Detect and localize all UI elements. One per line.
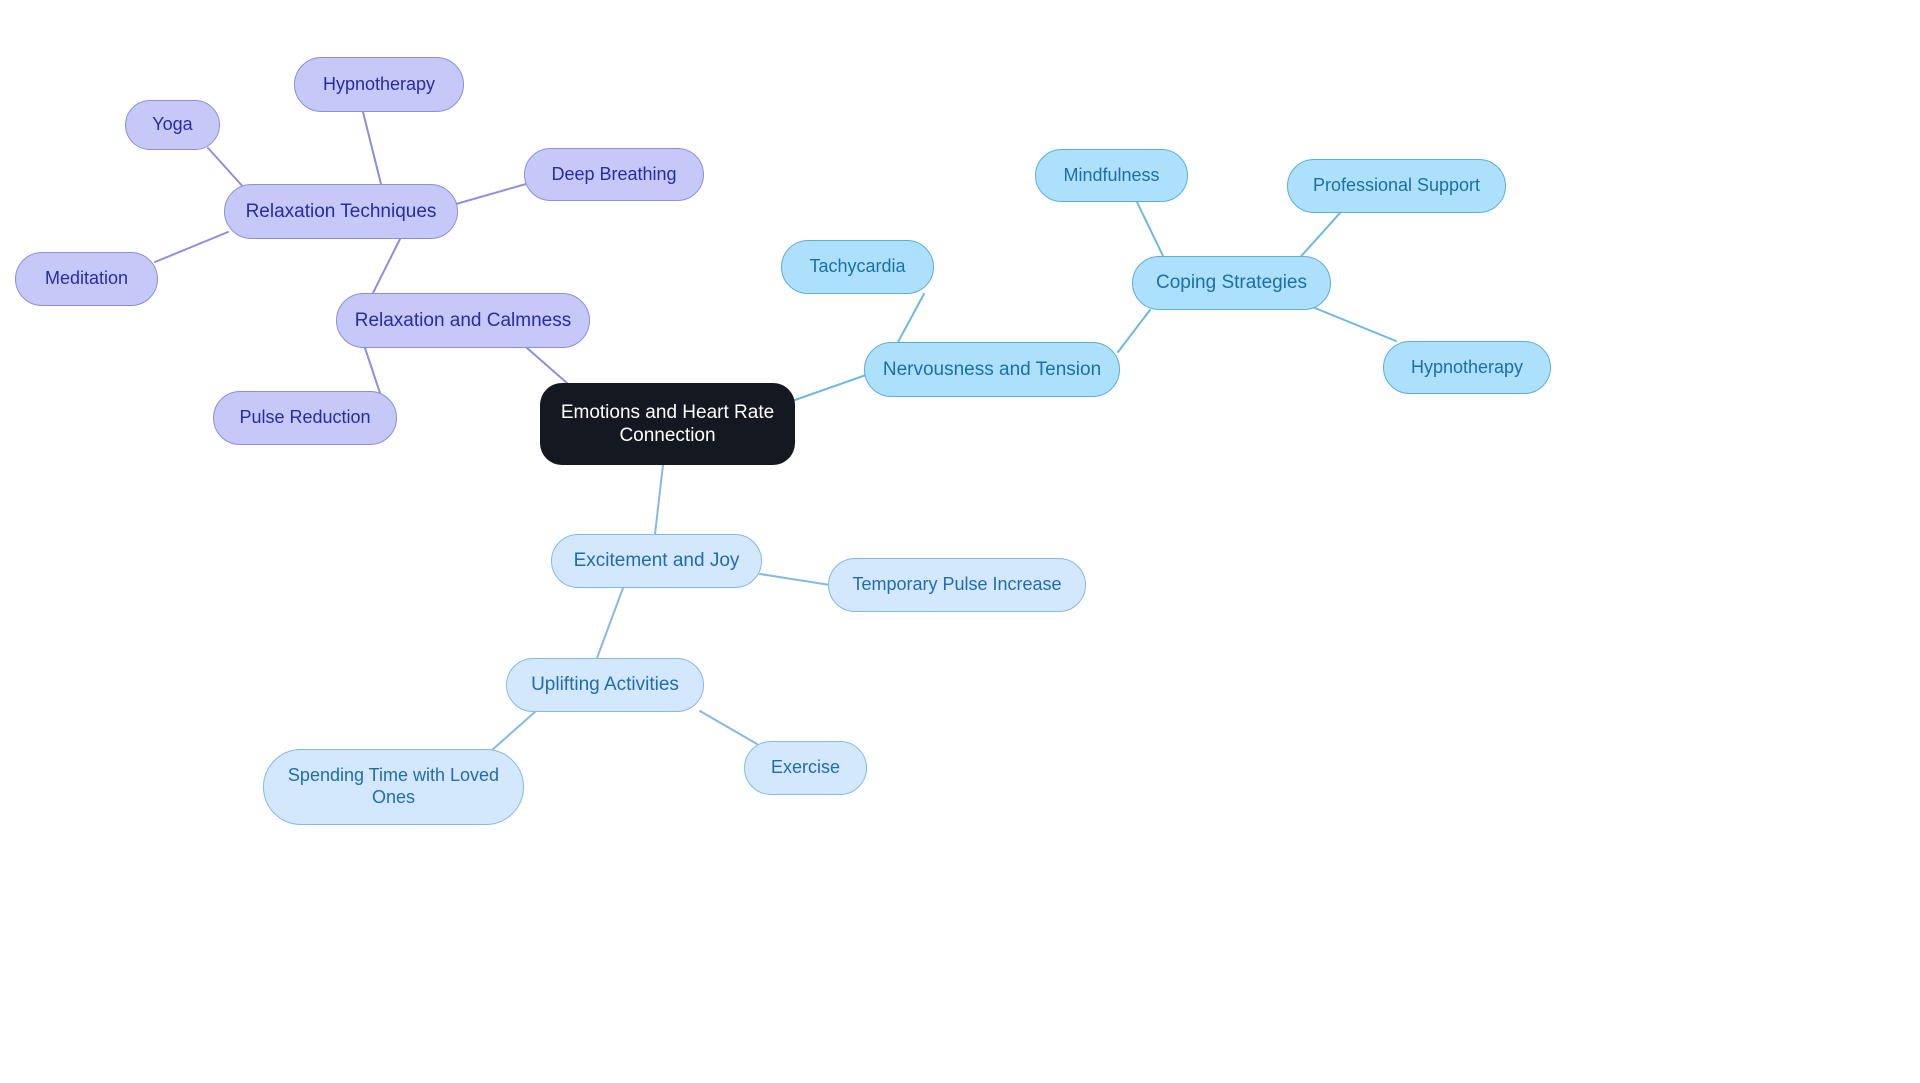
- edge-excitement-and-joy-to-uplifting-activities: [596, 587, 624, 659]
- edge-nervousness-and-tension-to-coping-strategies: [1117, 309, 1151, 353]
- edge-root-to-relaxation-and-calmness: [526, 347, 568, 384]
- mindmap-node-meditation[interactable]: Meditation: [15, 252, 158, 306]
- node-label: Temporary Pulse Increase: [852, 574, 1062, 595]
- node-label: Professional Support: [1312, 175, 1481, 196]
- mindmap-node-relaxation-techniques[interactable]: Relaxation Techniques: [224, 184, 458, 239]
- edge-relaxation-techniques-to-hypnotherapy-purple: [362, 111, 382, 185]
- edge-layer: [154, 111, 1397, 752]
- edge-nervousness-and-tension-to-tachycardia: [897, 293, 925, 343]
- mindmap-node-pulse-reduction[interactable]: Pulse Reduction: [213, 391, 397, 445]
- edge-coping-strategies-to-hypnotherapy-cyan: [1309, 305, 1397, 342]
- edge-relaxation-techniques-to-meditation: [154, 231, 229, 263]
- mindmap-node-spending-time-with-loved-ones[interactable]: Spending Time with Loved Ones: [263, 749, 524, 825]
- mindmap-node-exercise[interactable]: Exercise: [744, 741, 867, 795]
- node-label: Uplifting Activities: [531, 674, 679, 696]
- mindmap-node-excitement-and-joy[interactable]: Excitement and Joy: [551, 534, 762, 588]
- edge-relaxation-techniques-to-yoga: [207, 147, 246, 190]
- edge-uplifting-activities-to-exercise: [699, 710, 758, 745]
- node-label: Hypnotherapy: [322, 73, 436, 94]
- edge-root-to-excitement-and-joy: [654, 464, 664, 535]
- mindmap-node-mindfulness[interactable]: Mindfulness: [1035, 149, 1188, 202]
- mindmap-canvas: Emotions and Heart Rate Connection Relaxa…: [0, 0, 1920, 1083]
- node-label: Exercise: [770, 757, 841, 778]
- mindmap-node-deep-breathing[interactable]: Deep Breathing: [524, 148, 704, 201]
- node-label: Tachycardia: [809, 256, 906, 277]
- mindmap-node-temporary-pulse-increase[interactable]: Temporary Pulse Increase: [828, 558, 1086, 612]
- mindmap-node-tachycardia[interactable]: Tachycardia: [781, 240, 934, 294]
- edge-relaxation-and-calmness-to-relaxation-techniques: [372, 238, 401, 294]
- mindmap-node-root[interactable]: Emotions and Heart Rate Connection: [540, 383, 795, 465]
- mindmap-node-yoga[interactable]: Yoga: [125, 100, 220, 150]
- mindmap-node-coping-strategies[interactable]: Coping Strategies: [1132, 256, 1331, 310]
- node-label: Meditation: [44, 268, 129, 289]
- node-label: Coping Strategies: [1155, 272, 1308, 294]
- edge-relaxation-techniques-to-deep-breathing: [455, 183, 527, 205]
- node-label: Yoga: [152, 114, 193, 135]
- edge-relaxation-and-calmness-to-pulse-reduction: [364, 347, 381, 394]
- node-label: Excitement and Joy: [573, 550, 740, 572]
- mindmap-node-professional-support[interactable]: Professional Support: [1287, 159, 1506, 213]
- edge-root-to-nervousness-and-tension: [794, 374, 867, 401]
- node-label: Deep Breathing: [551, 163, 677, 184]
- mindmap-node-uplifting-activities[interactable]: Uplifting Activities: [506, 658, 704, 712]
- node-label: Spending Time with Loved Ones: [287, 765, 500, 807]
- node-label: Hypnotherapy: [1410, 356, 1524, 377]
- node-label: Mindfulness: [1063, 164, 1160, 185]
- node-label: Emotions and Heart Rate Connection: [560, 401, 775, 446]
- edge-excitement-and-joy-to-temporary-pulse-increase: [759, 573, 831, 586]
- edge-uplifting-activities-to-spending-time-with-loved-ones: [490, 710, 537, 752]
- node-label: Relaxation Techniques: [245, 200, 437, 222]
- mindmap-node-relaxation-and-calmness[interactable]: Relaxation and Calmness: [336, 293, 590, 348]
- mindmap-node-nervousness-and-tension[interactable]: Nervousness and Tension: [864, 342, 1120, 397]
- edge-coping-strategies-to-mindfulness: [1136, 201, 1164, 257]
- mindmap-node-hypnotherapy-purple[interactable]: Hypnotherapy: [294, 57, 464, 112]
- node-label: Relaxation and Calmness: [354, 309, 572, 331]
- node-label: Pulse Reduction: [239, 407, 371, 428]
- node-label: Nervousness and Tension: [882, 358, 1102, 380]
- mindmap-node-hypnotherapy-cyan[interactable]: Hypnotherapy: [1383, 341, 1551, 394]
